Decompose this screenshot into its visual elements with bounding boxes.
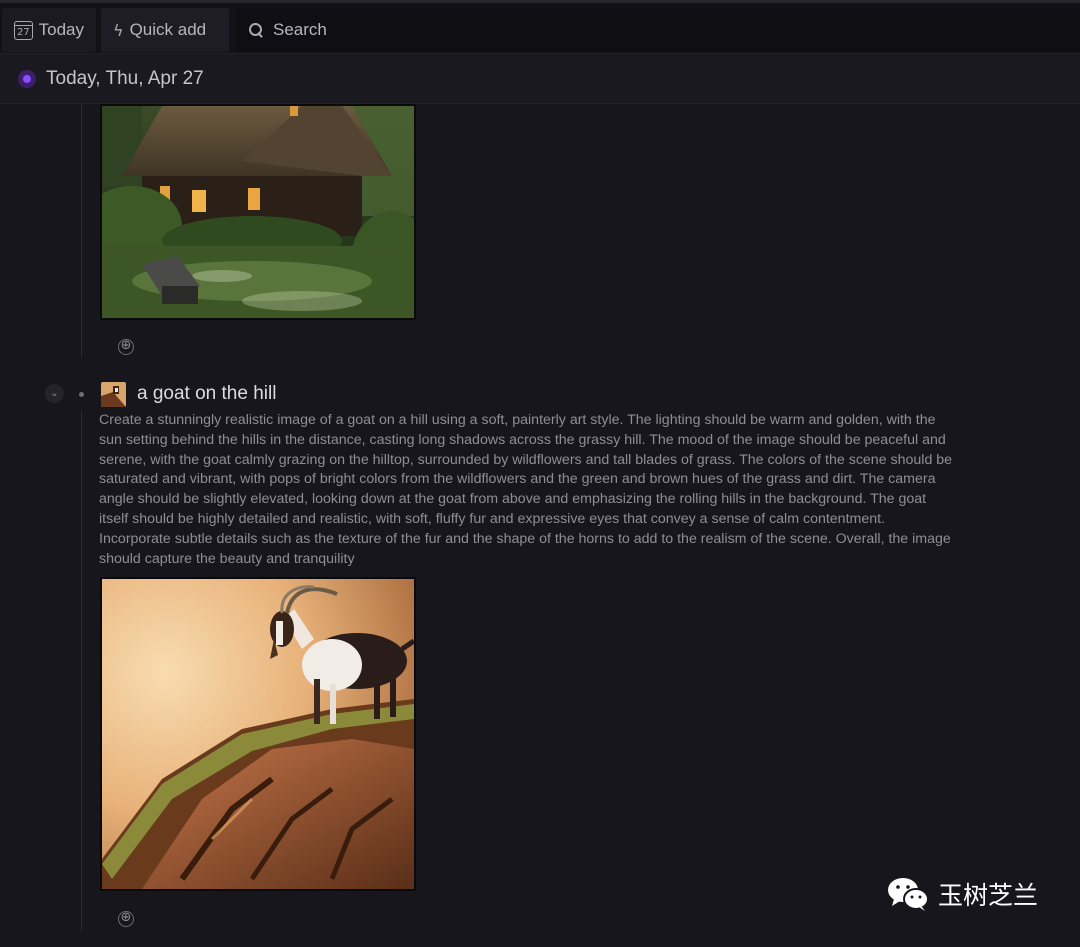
add-block-button[interactable]: ⊕ <box>118 339 134 355</box>
today-label: Today <box>38 20 84 39</box>
collapse-toggle-icon[interactable]: ⌄ <box>45 384 64 403</box>
quick-add-label: Quick add <box>129 20 207 39</box>
search-label: Search <box>273 20 327 39</box>
today-dot-icon <box>18 69 36 88</box>
calendar-icon: 27 <box>14 20 33 40</box>
wechat-logo-icon <box>888 878 929 911</box>
page-title: Today, Thu, Apr 27 <box>46 67 204 89</box>
goat-thumbnail[interactable] <box>101 382 126 407</box>
add-block-button[interactable]: ⊕ <box>118 911 134 927</box>
watermark-text: 玉树芝兰 <box>938 881 1039 910</box>
thread-line <box>81 104 82 358</box>
today-button[interactable]: 27 Today <box>2 8 96 52</box>
goat-image[interactable] <box>100 577 416 891</box>
bullet-dot <box>79 392 84 397</box>
search-icon <box>248 22 265 39</box>
entry-title[interactable]: a goat on the hill <box>137 383 276 405</box>
cabin-image[interactable] <box>100 104 416 320</box>
entry-description[interactable]: Create a stunningly realistic image of a… <box>99 411 959 569</box>
watermark: 玉树芝兰 <box>886 876 1038 912</box>
search-bar[interactable]: Search <box>236 8 1080 52</box>
quick-add-button[interactable]: ϟ Quick add <box>101 8 229 52</box>
thread-line <box>81 410 82 932</box>
top-toolbar: 27 Today ϟ Quick add Search <box>0 0 1080 54</box>
lightning-icon: ϟ <box>113 20 124 40</box>
date-header: Today, Thu, Apr 27 <box>0 54 1080 104</box>
